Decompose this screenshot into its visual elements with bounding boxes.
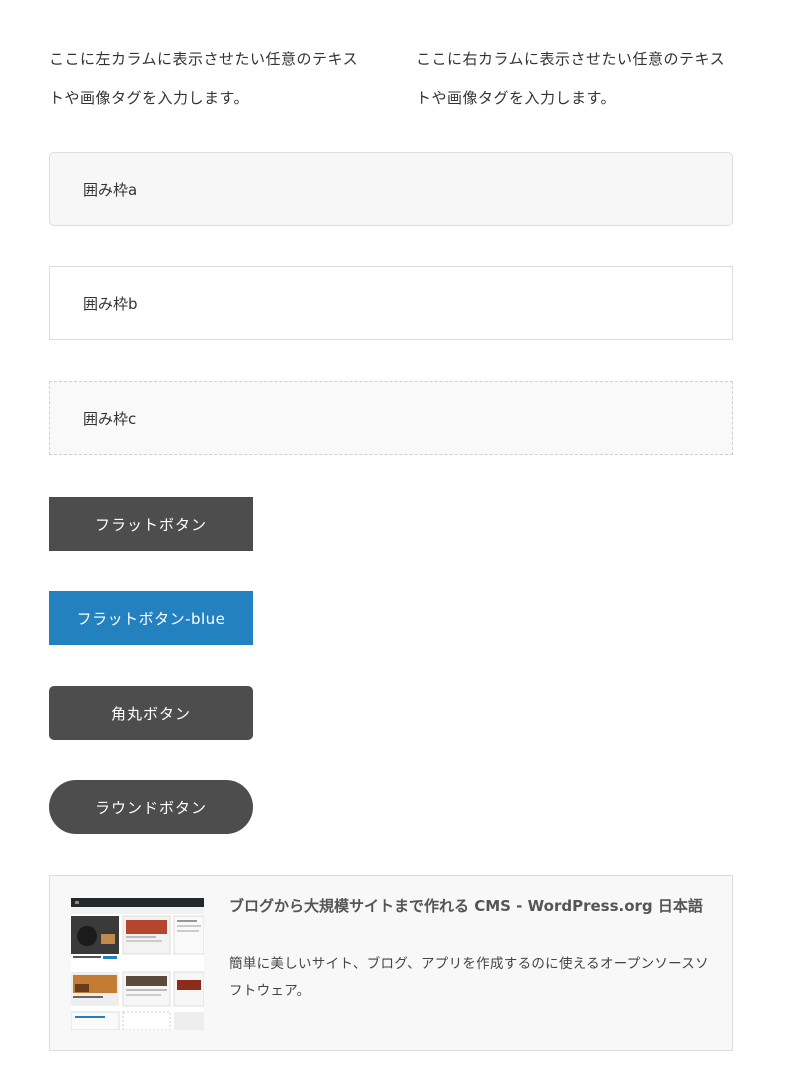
box-c: 囲み枠c (49, 381, 733, 455)
two-column-section: ここに左カラムに表示させたい任意のテキストや画像タグを入力します。 ここに右カラ… (49, 40, 733, 118)
round-button[interactable]: ラウンドボタン (49, 780, 253, 834)
flat-button[interactable]: フラットボタン (49, 497, 253, 551)
left-column-text: ここに左カラムに表示させたい任意のテキストや画像タグを入力します。 (49, 50, 359, 107)
link-card-title[interactable]: ブログから大規模サイトまで作れる CMS - WordPress.org 日本語 (229, 893, 709, 919)
right-column-text: ここに右カラムに表示させたい任意のテキストや画像タグを入力します。 (416, 50, 726, 107)
flat-blue-button[interactable]: フラットボタン-blue (49, 591, 253, 645)
box-b-label: 囲み枠b (83, 294, 138, 313)
link-card-thumbnail (71, 898, 204, 1030)
box-a: 囲み枠a (49, 152, 733, 226)
wordpress-themes-thumbnail-image (71, 898, 204, 1030)
link-card[interactable]: ブログから大規模サイトまで作れる CMS - WordPress.org 日本語… (49, 875, 733, 1051)
box-c-label: 囲み枠c (83, 409, 137, 428)
box-b: 囲み枠b (49, 266, 733, 340)
box-a-label: 囲み枠a (83, 180, 138, 199)
rounded-corner-button[interactable]: 角丸ボタン (49, 686, 253, 740)
link-card-description: 簡単に美しいサイト、ブログ、アプリを作成するのに使えるオープンソースソフトウェア… (229, 956, 709, 999)
